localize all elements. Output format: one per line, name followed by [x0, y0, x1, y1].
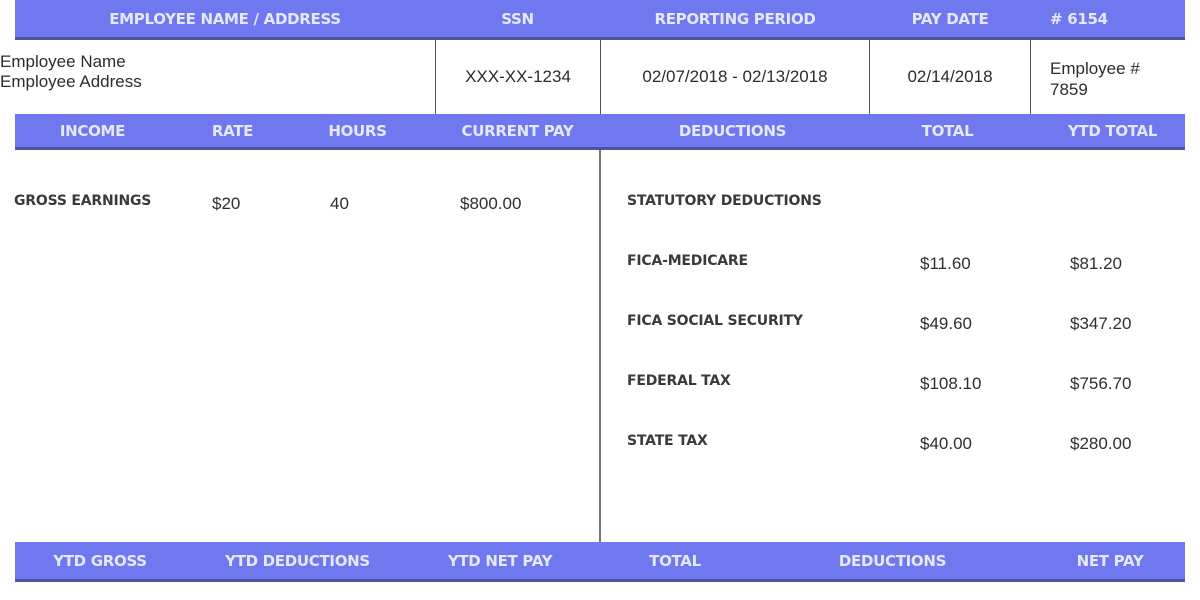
deduction-label: FICA SOCIAL SECURITY [627, 313, 803, 329]
check-number: # 6154 [1050, 9, 1108, 28]
header-ytd-total: YTD TOTAL [1067, 121, 1158, 140]
body-divider [599, 150, 601, 542]
deduction-total: $40.00 [920, 434, 972, 453]
header-ytd-deductions: YTD DEDUCTIONS [225, 551, 370, 570]
header-ssn: SSN [501, 9, 534, 28]
income-label: GROSS EARNINGS [14, 193, 152, 209]
header-ytd-net-pay: YTD NET PAY [447, 551, 553, 570]
deduction-label: STATE TAX [627, 433, 708, 449]
header-employee-name-address: EMPLOYEE NAME / ADDRESS [109, 9, 341, 28]
header-reporting-period: REPORTING PERIOD [654, 9, 816, 28]
header-total: TOTAL [921, 121, 974, 140]
header-summary-deductions: DEDUCTIONS [838, 551, 947, 570]
employee-name: Employee Name [0, 52, 126, 71]
divider [1030, 40, 1031, 114]
deduction-ytd-total: $756.70 [1070, 374, 1132, 393]
employee-number-value: 7859 [1050, 80, 1088, 99]
earnings-header-band: INCOME RATE HOURS CURRENT PAY DEDUCTIONS… [15, 114, 1185, 150]
reporting-period-value: 02/07/2018 - 02/13/2018 [642, 67, 828, 86]
deduction-total: $108.10 [920, 374, 982, 393]
income-current-pay: $800.00 [460, 194, 522, 213]
pay-date-value: 02/14/2018 [907, 67, 993, 86]
header-pay-date: PAY DATE [911, 9, 989, 28]
income-rate: $20 [212, 194, 241, 213]
income-hours: 40 [330, 194, 349, 213]
header-rate: RATE [211, 121, 254, 140]
header-net-pay: NET PAY [1076, 551, 1144, 570]
deduction-ytd-total: $81.20 [1070, 254, 1122, 273]
employee-name-address: Employee Name Employee Address [0, 52, 142, 92]
deduction-total: $11.60 [920, 254, 971, 273]
deduction-label: FEDERAL TAX [627, 373, 731, 389]
top-header-band: EMPLOYEE NAME / ADDRESS SSN REPORTING PE… [15, 0, 1185, 40]
employee-address: Employee Address [0, 72, 142, 91]
summary-header-band: YTD GROSS YTD DEDUCTIONS YTD NET PAY TOT… [15, 542, 1185, 582]
header-ytd-gross: YTD GROSS [53, 551, 147, 570]
header-income: INCOME [59, 121, 126, 140]
statutory-deductions-label: STATUTORY DEDUCTIONS [627, 193, 822, 209]
employee-number: Employee # 7859 [1050, 58, 1140, 100]
header-current-pay: CURRENT PAY [461, 121, 574, 140]
deduction-ytd-total: $347.20 [1070, 314, 1132, 333]
header-deductions: DEDUCTIONS [678, 121, 787, 140]
deduction-label: FICA-MEDICARE [627, 253, 748, 269]
deduction-total: $49.60 [920, 314, 972, 333]
employee-info-row: Employee Name Employee Address XXX-XX-12… [0, 40, 1185, 114]
header-summary-total: TOTAL [649, 551, 701, 570]
header-hours: HOURS [328, 121, 387, 140]
ssn-value: XXX-XX-1234 [465, 67, 571, 86]
employee-number-label: Employee # [1050, 59, 1140, 78]
deduction-ytd-total: $280.00 [1070, 434, 1132, 453]
